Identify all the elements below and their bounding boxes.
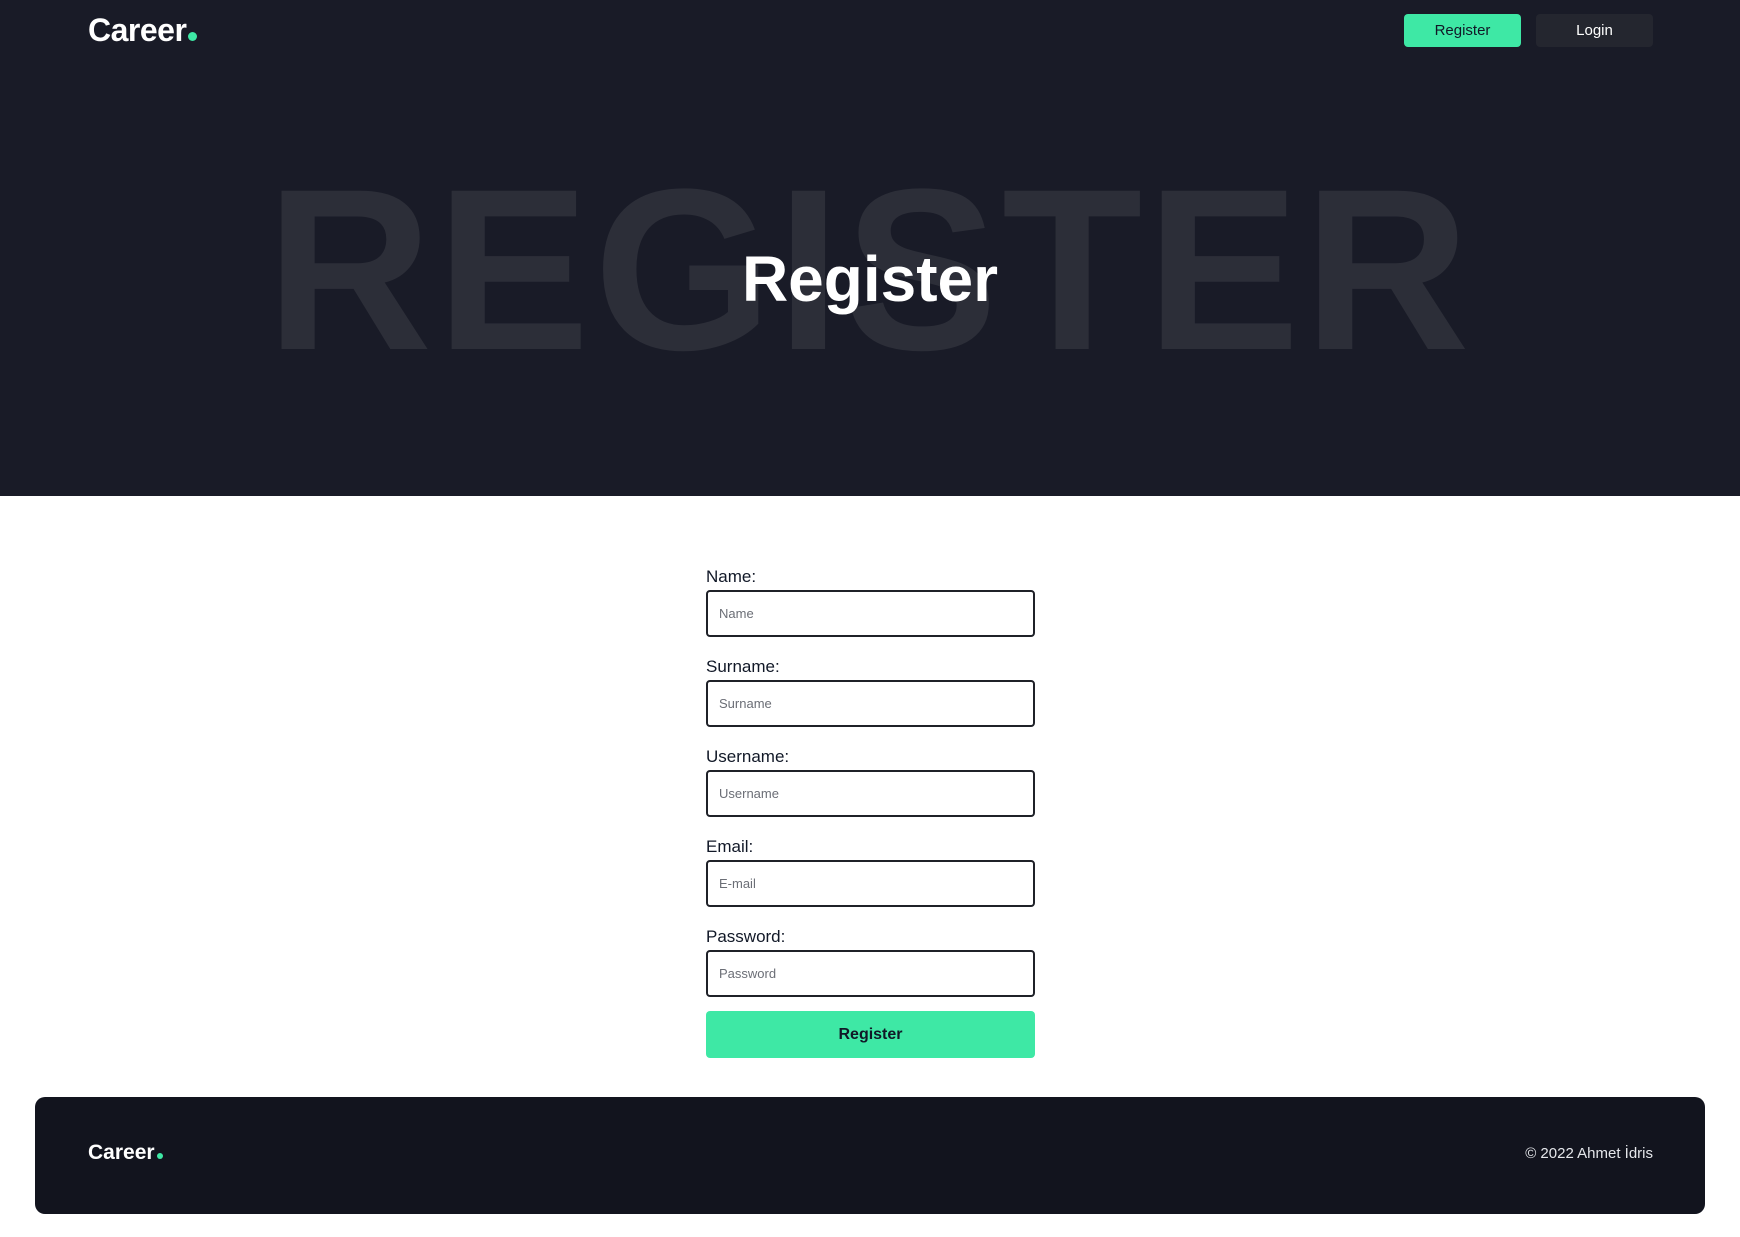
nav-register-button[interactable]: Register [1404,14,1521,47]
footer-logo-dot-icon [156,1153,163,1159]
footer-logo[interactable]: Career [88,1141,163,1165]
name-label: Name: [706,567,757,586]
username-label: Username: [706,747,790,766]
footer-logo-text: Career [88,1141,155,1164]
email-field-group: Email: [706,836,1035,907]
footer: Career © 2022 Ahmet İdris [35,1097,1705,1214]
copyright-text: © 2022 Ahmet İdris [1525,1145,1653,1162]
name-input[interactable] [706,590,1035,637]
username-field-group: Username: [706,746,1035,817]
register-submit-button[interactable]: Register [706,1011,1035,1058]
surname-field-group: Surname: [706,656,1035,727]
logo-dot-icon [188,32,198,41]
password-input[interactable] [706,950,1035,997]
page-title: Register [741,243,999,315]
hero-section: Career Register Login REGISTER Register [0,0,1740,496]
logo[interactable]: Career [88,12,198,49]
password-field-group: Password: [706,926,1035,997]
surname-label: Surname: [706,657,780,676]
email-input[interactable] [706,860,1035,907]
register-form: Name: Surname: Username: Email: Password… [706,566,1035,1058]
username-input[interactable] [706,770,1035,817]
name-field-group: Name: [706,566,1035,637]
nav-login-button[interactable]: Login [1536,14,1653,47]
top-navbar: Career Register Login [0,0,1740,62]
password-label: Password: [706,927,786,946]
logo-text: Career [88,12,187,48]
surname-input[interactable] [706,680,1035,727]
email-label: Email: [706,837,754,856]
